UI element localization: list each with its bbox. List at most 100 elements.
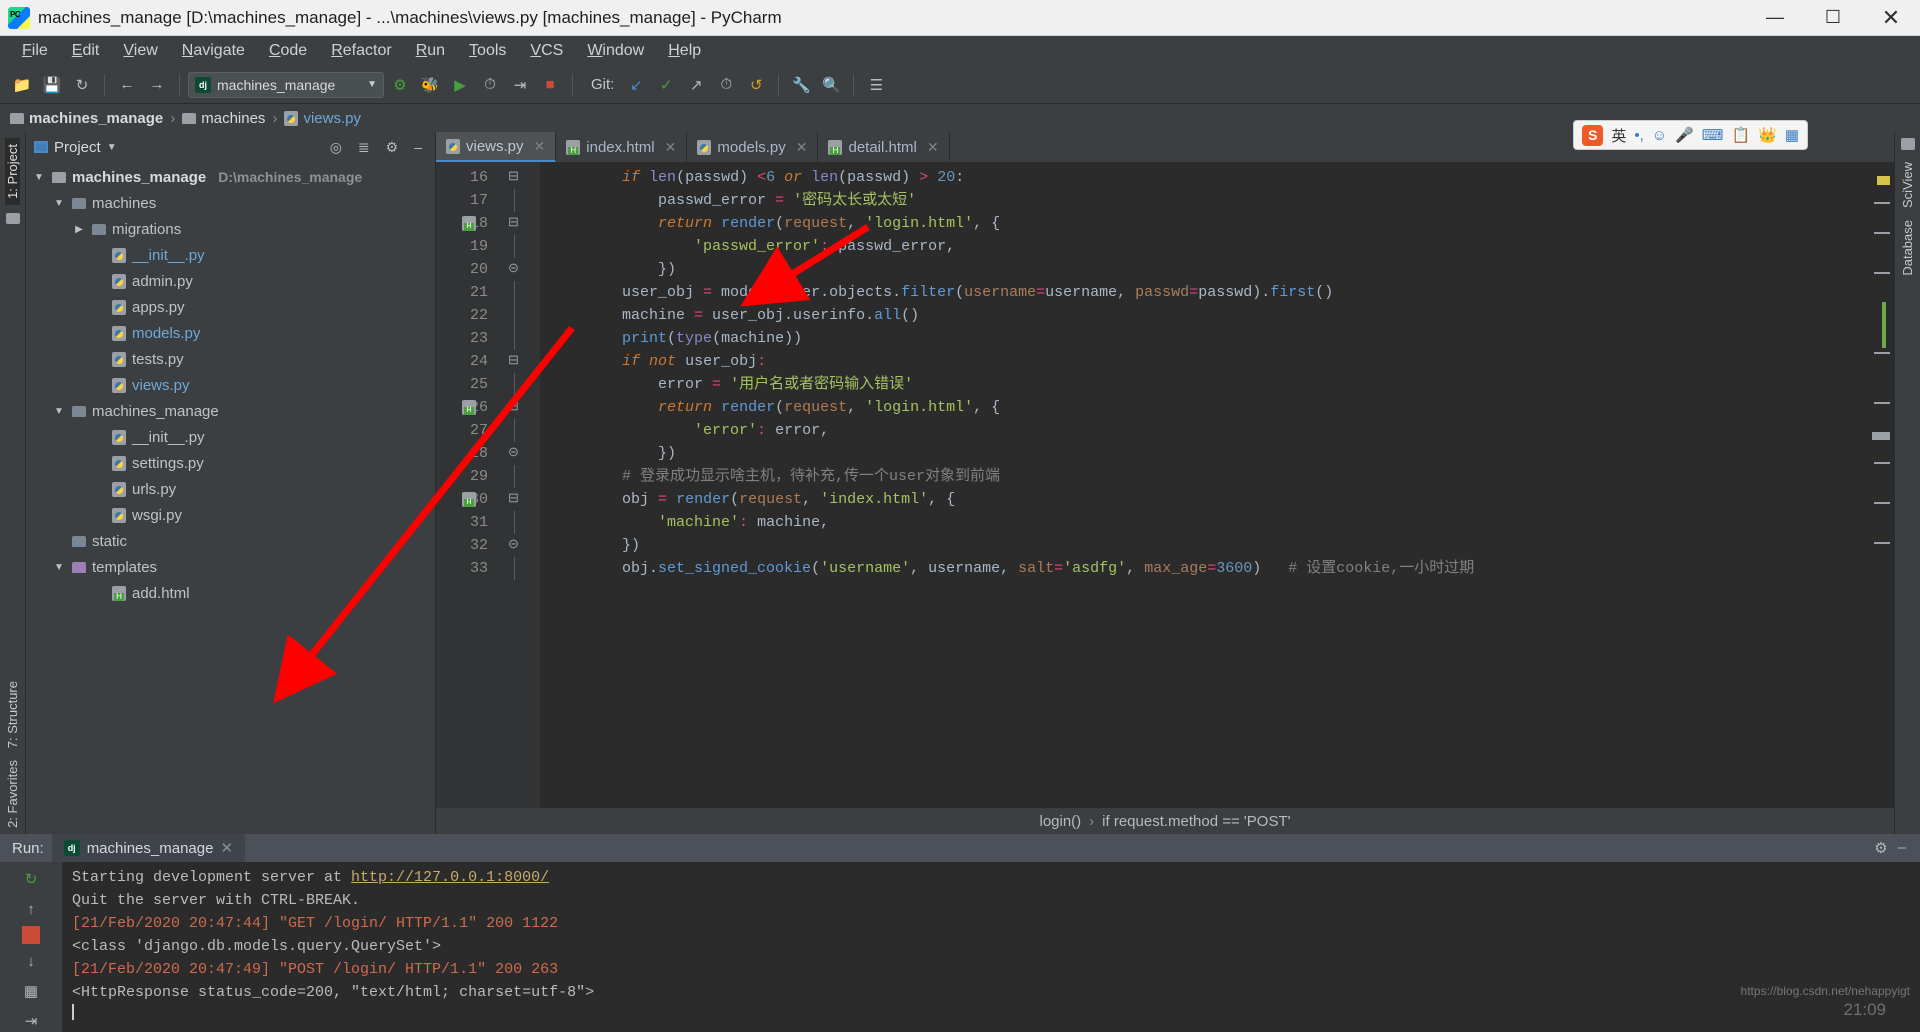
fold-marker[interactable]: ⊝ [496, 258, 540, 281]
fold-marker[interactable]: ⊝ [496, 534, 540, 557]
code-line[interactable]: if not user_obj: [540, 350, 1868, 373]
sync-icon[interactable]: ↻ [68, 71, 96, 99]
fold-marker[interactable] [496, 281, 540, 304]
menu-item-vcs[interactable]: VCS [518, 39, 575, 63]
tree-item-models-py[interactable]: models.py [26, 320, 435, 346]
code-line[interactable]: machine = user_obj.userinfo.all() [540, 304, 1868, 327]
menu-item-window[interactable]: Window [575, 39, 656, 63]
breadcrumb-item-machines_manage[interactable]: machines_manage [10, 110, 163, 127]
console-output[interactable]: Starting development server at http://12… [62, 862, 1920, 1032]
run-tab[interactable]: dj machines_manage ✕ [51, 834, 246, 862]
collapse-all-icon[interactable]: ≣ [353, 139, 375, 156]
tree-item-urls-py[interactable]: urls.py [26, 476, 435, 502]
code-line[interactable]: user_obj = models.User.objects.filter(us… [540, 281, 1868, 304]
fold-marker[interactable] [496, 511, 540, 534]
chevron-down-icon[interactable]: ▼ [52, 406, 66, 417]
tree-item-migrations[interactable]: ▶ migrations [26, 216, 435, 242]
chevron-down-icon[interactable]: ▼ [107, 142, 117, 153]
menu-item-refactor[interactable]: Refactor [319, 39, 403, 63]
scroll-from-source-icon[interactable]: ◎ [325, 139, 347, 156]
tree-item-add-html[interactable]: add.html [26, 580, 435, 606]
editor-breadcrumb-bottom[interactable]: login() › if request.method == 'POST' [436, 808, 1894, 834]
clipboard-icon[interactable]: 📋 [1731, 126, 1750, 144]
code-line[interactable]: return render(request, 'login.html', { [540, 396, 1868, 419]
close-icon[interactable]: ✕ [927, 139, 939, 156]
code-line[interactable]: 'machine': machine, [540, 511, 1868, 534]
chevron-down-icon[interactable]: ▼ [52, 198, 66, 209]
fold-marker[interactable] [496, 189, 540, 212]
html-file-icon[interactable] [462, 492, 476, 507]
code-line[interactable]: print(type(machine)) [540, 327, 1868, 350]
push-icon[interactable]: ↗ [682, 71, 710, 99]
update-project-icon[interactable]: ↙ [622, 71, 650, 99]
menu-item-navigate[interactable]: Navigate [170, 39, 257, 63]
code-line[interactable]: 'passwd_error': passwd_error, [540, 235, 1868, 258]
soft-wrap-icon[interactable]: ⇥ [18, 1008, 44, 1032]
forward-arrow-icon[interactable]: → [143, 71, 171, 99]
open-folder-icon[interactable]: 📁 [8, 71, 36, 99]
editor-tab-models-py[interactable]: models.py ✕ [687, 132, 819, 162]
code-line[interactable]: 'error': error, [540, 419, 1868, 442]
tree-item-views-py[interactable]: views.py [26, 372, 435, 398]
keyboard-icon[interactable]: ⌨ [1702, 126, 1724, 144]
save-icon[interactable]: 💾 [38, 71, 66, 99]
close-button[interactable]: ✕ [1862, 0, 1920, 36]
run-configuration-selector[interactable]: dj machines_manage ▼ [188, 71, 384, 98]
fold-marker[interactable] [496, 235, 540, 258]
code-line[interactable]: }) [540, 442, 1868, 465]
close-icon[interactable]: ✕ [665, 139, 677, 156]
code-line[interactable]: # 登录成功显示啥主机，待补充,传一个user对象到前端 [540, 465, 1868, 488]
undo-icon[interactable]: ↺ [742, 71, 770, 99]
emoji-icon[interactable]: ☺ [1652, 127, 1667, 144]
tree-item-__init__-py[interactable]: __init__.py [26, 424, 435, 450]
minimize-button[interactable]: — [1746, 0, 1804, 36]
fold-marker[interactable] [496, 465, 540, 488]
rerun-icon[interactable]: ↻ [18, 866, 44, 892]
history-icon[interactable]: ⏱ [712, 71, 740, 99]
breadcrumb-item-views-py[interactable]: views.py [284, 110, 361, 127]
editor-tab-index-html[interactable]: index.html ✕ [556, 132, 688, 162]
fold-marker[interactable] [496, 557, 540, 580]
run-panel-toolbar[interactable]: ↻ ↑ ↓ ▦ ⇥ ↧ ★ 📌 » [0, 862, 62, 1032]
fold-marker[interactable] [496, 373, 540, 396]
tree-item-static[interactable]: static [26, 528, 435, 554]
breadcrumb-function[interactable]: login() [1039, 813, 1081, 830]
menu-item-file[interactable]: File [10, 39, 60, 63]
punctuation-icon[interactable]: •, [1634, 127, 1643, 144]
stop-icon[interactable] [22, 926, 40, 944]
tree-item-machines_manage[interactable]: ▼ machines_manage D:\machines_manage [26, 164, 435, 190]
print-icon[interactable]: ▦ [18, 978, 44, 1004]
ime-toolbar[interactable]: S 英 •, ☺ 🎤 ⌨ 📋 👑 ▦ [1573, 120, 1808, 150]
fold-marker[interactable]: ⊟ [496, 166, 540, 189]
code-area[interactable]: 16 17 18 19 20 21 22 23 24 25 26 27 28 29 30 31 32 33 ⊟ ⊟ ⊝… [436, 162, 1894, 808]
code-line[interactable]: obj = render(request, 'index.html', { [540, 488, 1868, 511]
run-to-cursor-icon[interactable]: ⇥ [506, 71, 534, 99]
close-icon[interactable]: ✕ [796, 139, 808, 156]
fold-marker[interactable] [496, 419, 540, 442]
console-link[interactable]: http://127.0.0.1:8000/ [351, 869, 549, 886]
fold-marker[interactable]: ⊟ [496, 488, 540, 511]
tree-item-admin-py[interactable]: admin.py [26, 268, 435, 294]
warning-marker[interactable] [1877, 176, 1890, 185]
tree-item-wsgi-py[interactable]: wsgi.py [26, 502, 435, 528]
chevron-down-icon[interactable]: ▼ [367, 79, 377, 90]
fold-marker[interactable]: ⊝ [496, 442, 540, 465]
microphone-icon[interactable]: 🎤 [1675, 126, 1694, 144]
menu-item-tools[interactable]: Tools [457, 39, 518, 63]
tree-item-settings-py[interactable]: settings.py [26, 450, 435, 476]
menu-item-code[interactable]: Code [257, 39, 319, 63]
sidebar-item-favorites[interactable]: 2: Favorites [5, 754, 20, 834]
up-arrow-icon[interactable]: ↑ [18, 896, 44, 922]
close-icon[interactable]: ✕ [220, 839, 233, 857]
fold-marker[interactable] [496, 304, 540, 327]
sidebar-item-sciview[interactable]: SciView [1900, 156, 1915, 214]
fold-marker-gutter[interactable]: ⊟ ⊟ ⊝ ⊟ ⊟ ⊝ ⊟ ⊝ [496, 162, 540, 808]
chevron-down-icon[interactable]: ▼ [52, 562, 66, 573]
chevron-right-icon[interactable]: ▶ [72, 224, 86, 235]
profile-icon[interactable]: ⏱ [476, 71, 504, 99]
close-icon[interactable]: ✕ [534, 138, 546, 155]
tree-item-tests-py[interactable]: tests.py [26, 346, 435, 372]
tree-item-apps-py[interactable]: apps.py [26, 294, 435, 320]
menu-item-edit[interactable]: Edit [60, 39, 112, 63]
code-line[interactable]: passwd_error = '密码太长或太短' [540, 189, 1868, 212]
